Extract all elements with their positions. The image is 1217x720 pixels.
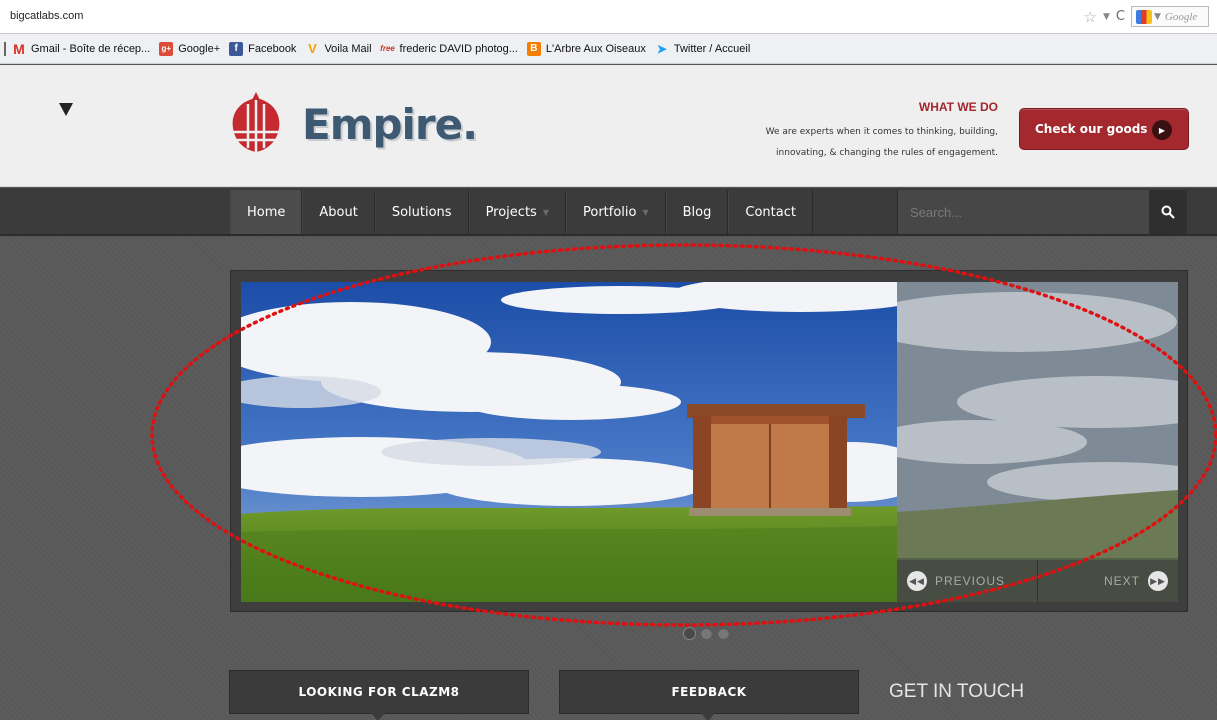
site-logo-text[interactable]: Empire.: [302, 100, 478, 149]
voila-icon: V: [308, 41, 317, 56]
panel-toggle-arrow-icon[interactable]: [59, 103, 73, 116]
nav-label: Projects: [485, 204, 537, 220]
bookmark-label: Gmail - Boîte de récep...: [31, 42, 151, 55]
google-plus-icon: g+: [159, 41, 174, 56]
address-bar-actions: ☆ ▼ C ▼ Google: [1084, 6, 1209, 27]
search-engine-label: Google: [1164, 10, 1198, 23]
nav-label: About: [319, 204, 358, 220]
twitter-icon: ➤: [656, 41, 667, 56]
panel-pointer: [371, 713, 385, 720]
what-we-do-text: We are experts when it comes to thinking…: [698, 122, 998, 164]
empire-logo-icon[interactable]: [229, 92, 283, 154]
previous-label: PREVIOUS: [935, 574, 1006, 588]
chevron-down-icon[interactable]: ▼: [1103, 12, 1110, 22]
what-we-do-line: innovating, & changing the rules of enga…: [776, 148, 998, 158]
nav-label: Contact: [745, 204, 796, 220]
slider-pagination: [684, 628, 729, 639]
arrow-right-icon: ▶: [1152, 120, 1172, 140]
slider-dot[interactable]: [684, 628, 695, 639]
feedback-panel-tab[interactable]: FEEDBACK: [559, 670, 859, 720]
nav-label: Blog: [682, 204, 712, 220]
what-we-do-line: We are experts when it comes to thinking…: [765, 127, 998, 137]
slider-previous-button[interactable]: ◀◀ PREVIOUS: [897, 560, 1038, 602]
panel-label: LOOKING FOR CLAZM8: [298, 685, 460, 699]
search-button[interactable]: [1149, 190, 1187, 234]
bookmark-frederic-david[interactable]: free frederic DAVID photog...: [380, 42, 518, 56]
nav-item-projects[interactable]: Projects ▼: [468, 190, 566, 234]
slider-dot[interactable]: [718, 628, 729, 639]
google-icon: [1136, 9, 1152, 24]
slide-image-current[interactable]: [241, 282, 897, 602]
bookmark-label: Voila Mail: [324, 42, 372, 55]
bookmark-gmail[interactable]: M Gmail - Boîte de récep...: [12, 40, 151, 57]
bookmark-arbre-aux-oiseaux[interactable]: B L'Arbre Aux Oiseaux: [526, 41, 646, 56]
what-we-do-heading: WHAT WE DO: [918, 100, 998, 114]
search-icon: [1161, 205, 1175, 219]
reload-icon[interactable]: C: [1116, 9, 1125, 24]
nav-menu: Home About Solutions Projects ▼ Portfolio…: [230, 190, 813, 234]
nav-item-home[interactable]: Home: [230, 190, 303, 234]
nav-item-solutions[interactable]: Solutions: [374, 190, 469, 234]
nav-item-portfolio[interactable]: Portfolio ▼: [565, 190, 666, 234]
chevron-down-icon: ▼: [1154, 11, 1161, 22]
search-engine-box[interactable]: ▼ Google: [1131, 6, 1209, 27]
nav-item-contact[interactable]: Contact: [728, 190, 813, 234]
bookmark-voila-mail[interactable]: V Voila Mail: [305, 41, 372, 56]
bookmark-twitter[interactable]: ➤ Twitter / Accueil: [655, 42, 750, 56]
nav-label: Portfolio: [582, 204, 637, 220]
bookmarks-bar: M Gmail - Boîte de récep... g+ Google+ f…: [0, 34, 1217, 64]
blogger-icon: B: [526, 41, 541, 56]
search-input[interactable]: Search...: [897, 190, 1149, 234]
nav-label: Solutions: [391, 204, 452, 220]
check-our-goods-button[interactable]: Check our goods ▶: [1019, 108, 1189, 150]
get-in-touch-heading: GET IN TOUCH: [889, 681, 1025, 702]
bookmark-label: Twitter / Accueil: [673, 42, 751, 55]
bookmark-facebook[interactable]: f Facebook: [229, 41, 297, 56]
chevron-down-icon: ▼: [642, 207, 649, 217]
gmail-icon: M: [13, 40, 25, 57]
bookmark-google-plus[interactable]: g+ Google+: [159, 41, 221, 56]
bookmark-label: Facebook: [248, 42, 297, 55]
bookmark-label: L'Arbre Aux Oiseaux: [545, 42, 646, 55]
bookmark-label: Google+: [178, 42, 221, 55]
bookmark-star-icon[interactable]: ☆: [1084, 7, 1097, 27]
browser-address-bar[interactable]: bigcatlabs.com ☆ ▼ C ▼ Google: [0, 0, 1217, 34]
cta-label: Check our goods: [1035, 122, 1148, 136]
free-icon: free: [380, 44, 395, 53]
panel-pointer: [701, 713, 715, 720]
url-text[interactable]: bigcatlabs.com: [10, 10, 83, 22]
chevron-down-icon: ▼: [542, 207, 549, 217]
slider-controls: ◀◀ PREVIOUS NEXT ▶▶: [897, 560, 1178, 602]
looking-for-panel-tab[interactable]: LOOKING FOR CLAZM8: [229, 670, 529, 720]
slider-next-button[interactable]: NEXT ▶▶: [1038, 560, 1178, 602]
next-label: NEXT: [1103, 574, 1140, 588]
nav-label: Home: [247, 204, 286, 220]
nav-item-about[interactable]: About: [302, 190, 375, 234]
next-arrow-icon: ▶▶: [1148, 571, 1168, 591]
site-header: Empire. WHAT WE DO We are experts when i…: [0, 65, 1217, 187]
slide-image-next[interactable]: [897, 282, 1178, 602]
previous-arrow-icon: ◀◀: [907, 571, 927, 591]
slider-dot[interactable]: [701, 628, 712, 639]
nav-item-blog[interactable]: Blog: [665, 190, 729, 234]
main-navigation: Home About Solutions Projects ▼ Portfolio…: [0, 188, 1217, 236]
facebook-icon: f: [229, 41, 244, 56]
bookmark-label: frederic DAVID photog...: [399, 42, 518, 55]
panel-label: FEEDBACK: [671, 685, 747, 699]
bookmarks-separator: [4, 41, 6, 56]
